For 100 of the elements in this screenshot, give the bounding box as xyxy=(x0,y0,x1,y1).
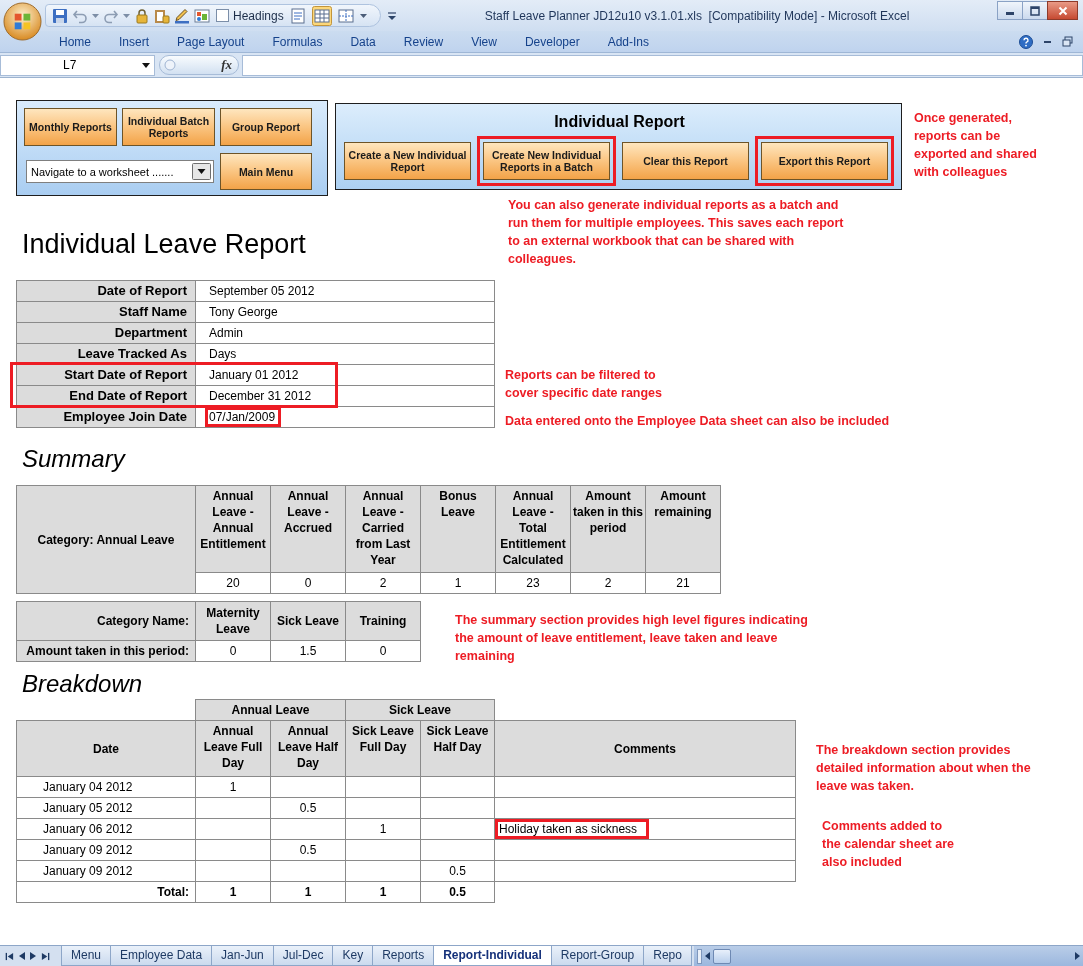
table-cell: 1 xyxy=(195,881,271,903)
annotation-note: The summary section provides high level figures indicating the amount of leave entitlement, leave taken and leave remaining xyxy=(455,612,809,665)
column-header: Annual Leave Full Day xyxy=(195,720,271,777)
clipboard-icon[interactable] xyxy=(154,7,170,24)
sheet-tab[interactable]: Jan-Jun xyxy=(211,946,274,966)
sheet-tab[interactable]: Report-Individual xyxy=(433,946,552,966)
table-cell: 2 xyxy=(570,572,646,594)
column-header: Sick Leave Half Day xyxy=(420,720,495,777)
ribbon-tab[interactable]: Formulas xyxy=(258,31,337,52)
ribbon-tab[interactable]: Data xyxy=(336,31,390,52)
ribbon-tab[interactable]: Home xyxy=(45,31,105,52)
sheet-tab[interactable]: Menu xyxy=(61,946,112,966)
restore-icon[interactable] xyxy=(1062,36,1073,47)
close-button[interactable] xyxy=(1047,1,1078,20)
ribbon-tab[interactable]: Add-Ins xyxy=(593,31,663,52)
four-squares-icon xyxy=(14,13,31,30)
save-icon[interactable] xyxy=(52,7,68,24)
last-icon[interactable] xyxy=(41,951,50,961)
ribbon-tab[interactable]: Page Layout xyxy=(163,31,259,52)
column-header: Sick Leave Full Day xyxy=(345,720,421,777)
ribbon-tab[interactable]: Review xyxy=(389,31,458,52)
row-label: Total: xyxy=(16,881,196,903)
sheet-tab[interactable]: Jul-Dec xyxy=(272,946,334,966)
scroll-thumb[interactable] xyxy=(712,948,731,964)
dropdown-icon[interactable] xyxy=(387,10,397,21)
field-label: Staff Name xyxy=(16,301,196,323)
report-button[interactable]: Create New Individual Reports in a Batch xyxy=(483,142,610,180)
sheet-tab[interactable]: Repo xyxy=(643,946,692,966)
checkbox-label[interactable]: Headings xyxy=(233,8,284,23)
table-cell: 21 xyxy=(645,572,721,594)
minimize-icon[interactable] xyxy=(1044,40,1051,43)
column-header: Annual Leave - Accrued xyxy=(270,485,346,573)
scroll-left-icon[interactable] xyxy=(704,952,710,960)
minimize-button[interactable] xyxy=(997,1,1023,20)
pencil-icon[interactable] xyxy=(174,7,190,24)
row-label: Amount taken in this period: xyxy=(16,640,196,662)
table-cell: 0.5 xyxy=(270,839,346,861)
maximize-button[interactable] xyxy=(1022,1,1048,20)
table-cell: 1 xyxy=(345,881,421,903)
report-button[interactable]: Clear this Report xyxy=(622,142,749,180)
table-cell: January 04 2012 xyxy=(16,776,196,798)
insert-function-button[interactable]: fx xyxy=(221,57,232,73)
ribbon-tab[interactable]: Insert xyxy=(105,31,164,52)
scroll-right-icon[interactable] xyxy=(1075,952,1080,960)
checkbox[interactable] xyxy=(216,9,229,22)
previous-icon[interactable] xyxy=(19,952,25,960)
report-button[interactable]: Create a New Individual Report xyxy=(344,142,471,180)
column-header: Sick Leave xyxy=(270,601,346,641)
annotation-note: Once generated, reports can be exported and shared with colleagues xyxy=(914,110,1038,181)
field-label: Department xyxy=(16,322,196,344)
table-cell: 0 xyxy=(195,640,271,662)
table-cell: 2 xyxy=(345,572,421,594)
report-button[interactable]: Export this Report xyxy=(761,142,888,180)
sheet-tab[interactable]: Report-Group xyxy=(550,946,645,966)
first-icon[interactable] xyxy=(5,951,14,961)
nav-button[interactable]: Individual Batch Reports xyxy=(122,108,215,146)
splitter-handle[interactable] xyxy=(696,948,702,964)
sheet-tab[interactable]: Key xyxy=(332,946,374,966)
worksheet-dropdown[interactable]: Navigate to a worksheet ....... xyxy=(26,160,214,183)
lock-icon[interactable] xyxy=(134,7,150,24)
nav-button[interactable]: Monthly Reports xyxy=(24,108,117,146)
table-cell: 0.5 xyxy=(420,860,495,882)
ribbon-tab[interactable]: View xyxy=(457,31,511,52)
table-cell: 20 xyxy=(195,572,271,594)
sheet-tab[interactable]: Reports xyxy=(372,946,435,966)
column-header: Date xyxy=(16,720,196,777)
caret-icon[interactable] xyxy=(142,62,150,68)
annotation-note: Data entered onto the Employee Data sheet can also be included xyxy=(505,413,891,430)
table-cell: January 09 2012 xyxy=(16,860,196,882)
column-header: Annual Leave Half Day xyxy=(270,720,346,777)
comment-text: Holiday taken as sickness xyxy=(495,819,650,839)
field-label: Employee Join Date xyxy=(16,406,196,428)
formula-input[interactable] xyxy=(242,54,1083,76)
grid-icon[interactable] xyxy=(311,5,332,26)
help-icon[interactable] xyxy=(1019,34,1033,49)
column-header: Annual Leave - Total Entitlement Calculated xyxy=(495,485,571,573)
field-value: Tony George xyxy=(209,305,278,319)
report-heading: Individual Leave Report xyxy=(22,228,307,260)
ribbon-tab[interactable]: Developer xyxy=(510,31,594,52)
annotation-note: Comments added to the calendar sheet are also included xyxy=(822,818,955,871)
annotation-note: Reports can be filtered to cover specific date ranges xyxy=(505,367,664,402)
table-cell: 0.5 xyxy=(270,797,346,819)
sheet-tab[interactable]: Employee Data xyxy=(110,946,213,966)
column-header: Comments xyxy=(494,720,796,777)
horizontal-scrollbar[interactable] xyxy=(693,946,1083,966)
section-heading: Summary xyxy=(22,445,127,473)
column-header: Training xyxy=(345,601,421,641)
panel-title: Individual Report xyxy=(553,112,686,132)
table-cell: 1.5 xyxy=(270,640,346,662)
picture-icon[interactable] xyxy=(194,7,210,24)
table-cell: 23 xyxy=(495,572,571,594)
column-header: Annual Leave - Carried from Last Year xyxy=(345,485,421,573)
name-box[interactable]: L7 xyxy=(0,54,155,76)
field-value: September 05 2012 xyxy=(209,284,315,298)
circle-handle-icon[interactable] xyxy=(164,59,176,71)
annotation-note: You can also generate individual reports as a batch and run them for multiple employees. This saves each report to an external workbook that can be shared with colleagues. xyxy=(508,197,845,268)
nav-button[interactable]: Group Report xyxy=(220,108,312,146)
main-menu-button[interactable]: Main Menu xyxy=(220,153,312,190)
next-icon[interactable] xyxy=(30,952,36,960)
table-cell: 0 xyxy=(270,572,346,594)
